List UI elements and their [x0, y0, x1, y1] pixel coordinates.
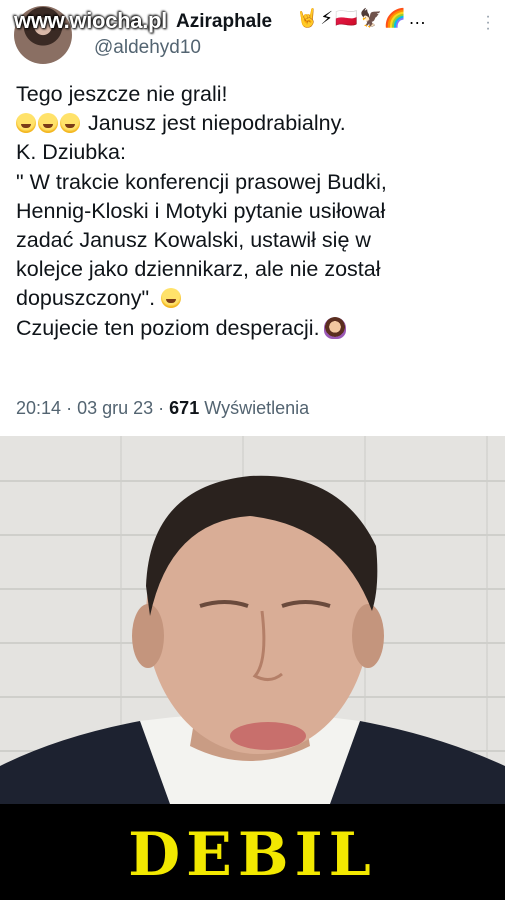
- display-name[interactable]: Aziraphale: [176, 11, 272, 33]
- tweet-text: Tego jeszcze nie grali! Janusz jest niep…: [16, 80, 494, 343]
- tweet-line: K. Dziubka:: [16, 140, 126, 165]
- tweet-line: Czujecie ten poziom desperacji.: [16, 314, 494, 343]
- rolling-laughing-emoji-icon: [60, 113, 80, 134]
- rolling-laughing-emoji-icon: [161, 288, 182, 309]
- tweet-line: Janusz jest niepodrabialny.: [16, 109, 494, 138]
- tweet-meta: 20:14 · 03 gru 23 · 671 Wyświetlenia: [16, 398, 309, 419]
- rolling-laughing-emoji-icon: [16, 113, 36, 134]
- watermark: www.wiocha.pl: [14, 8, 167, 33]
- meta-separator: ·: [158, 398, 165, 418]
- more-dots-icon[interactable]: · · ·: [485, 9, 491, 37]
- rolling-laughing-emoji-icon: [38, 113, 58, 134]
- man-portrait: [0, 475, 505, 804]
- facepalm-emoji-icon: [323, 316, 346, 339]
- tweet-line: " W trakcie konferencji prasowej Budki,: [16, 169, 387, 194]
- tweet-line: Hennig-Kloski i Motyki pytanie usiłował: [16, 198, 386, 223]
- tweet-line: dopuszczony".: [16, 284, 494, 313]
- views-label: Wyświetlenia: [204, 398, 310, 418]
- tweet-line-text: dopuszczony".: [16, 286, 156, 311]
- tweet-line: zadać Janusz Kowalski, ustawił się w: [16, 228, 371, 253]
- tweet-time[interactable]: 20:14: [16, 398, 61, 418]
- man-photo: [0, 436, 505, 804]
- tweet-line-text: Czujecie ten poziom desperacji.: [16, 315, 320, 340]
- views-count: 671: [169, 398, 200, 418]
- name-emoji-badges: 🤘⚡🇵🇱🦅🌈…: [296, 8, 429, 28]
- caption-text: DEBIL: [128, 820, 377, 890]
- tweet-date[interactable]: 03 gru 23: [77, 398, 153, 418]
- meta-separator: ·: [66, 398, 73, 418]
- tweet-line: Tego jeszcze nie grali!: [16, 82, 228, 106]
- tweet-line-text: Janusz jest niepodrabialny.: [87, 111, 346, 136]
- tweet-line: kolejce jako dziennikarz, ale nie został: [16, 257, 381, 282]
- tweet-card: www.wiocha.pl Aziraphale 🤘⚡🇵🇱🦅🌈… @aldehy…: [0, 0, 505, 436]
- user-handle[interactable]: @aldehyd10: [94, 37, 201, 59]
